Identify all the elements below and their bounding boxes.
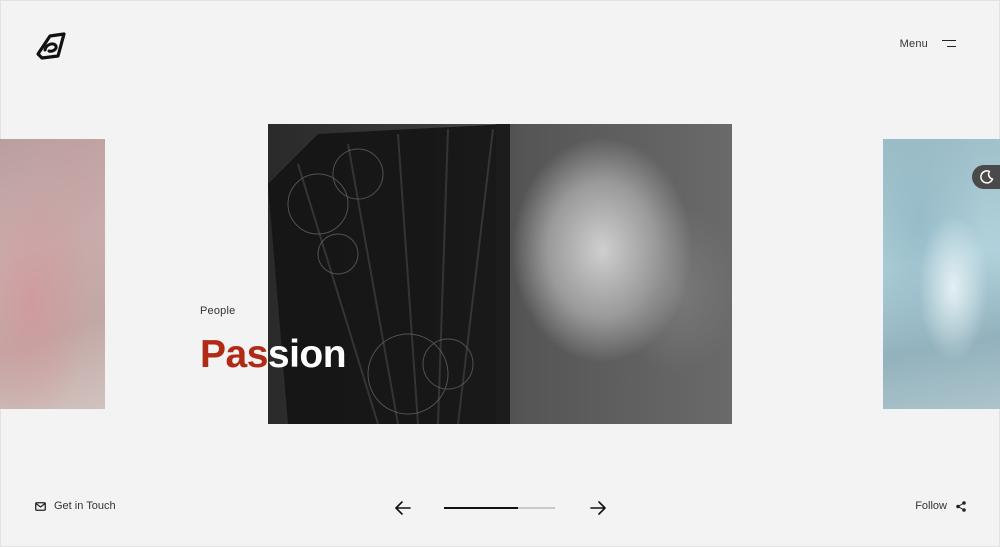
slide-category: People (200, 305, 236, 317)
theme-toggle-button[interactable] (972, 165, 1000, 189)
share-icon (956, 500, 966, 512)
contact-label: Get in Touch (54, 500, 116, 512)
active-slide-image[interactable] (268, 124, 732, 424)
next-slide-button[interactable] (588, 498, 608, 518)
slide-progress-bar (444, 506, 555, 509)
moon-icon (980, 170, 994, 184)
arrow-right-icon (590, 501, 606, 515)
hamburger-icon (942, 39, 956, 49)
brand-logo-icon[interactable] (32, 28, 70, 66)
follow-button[interactable]: Follow (915, 500, 966, 512)
previous-slide-image[interactable] (0, 139, 105, 409)
slide-progress-fill (444, 506, 519, 509)
previous-slide-button[interactable] (393, 498, 413, 518)
slide-caption: People Passion (200, 305, 347, 376)
slider-navigation (393, 498, 608, 518)
get-in-touch-link[interactable]: Get in Touch (35, 500, 116, 512)
arrow-left-icon (395, 501, 411, 515)
menu-button[interactable]: Menu (900, 38, 956, 50)
slide-title-accent: Pas (200, 333, 268, 376)
slide-title-rest: sion (267, 333, 347, 376)
envelope-icon (35, 501, 46, 511)
menu-label: Menu (899, 38, 928, 50)
lace-fan-graphic (268, 124, 510, 424)
slide-title[interactable]: Passion (200, 333, 347, 376)
follow-label: Follow (915, 500, 947, 512)
